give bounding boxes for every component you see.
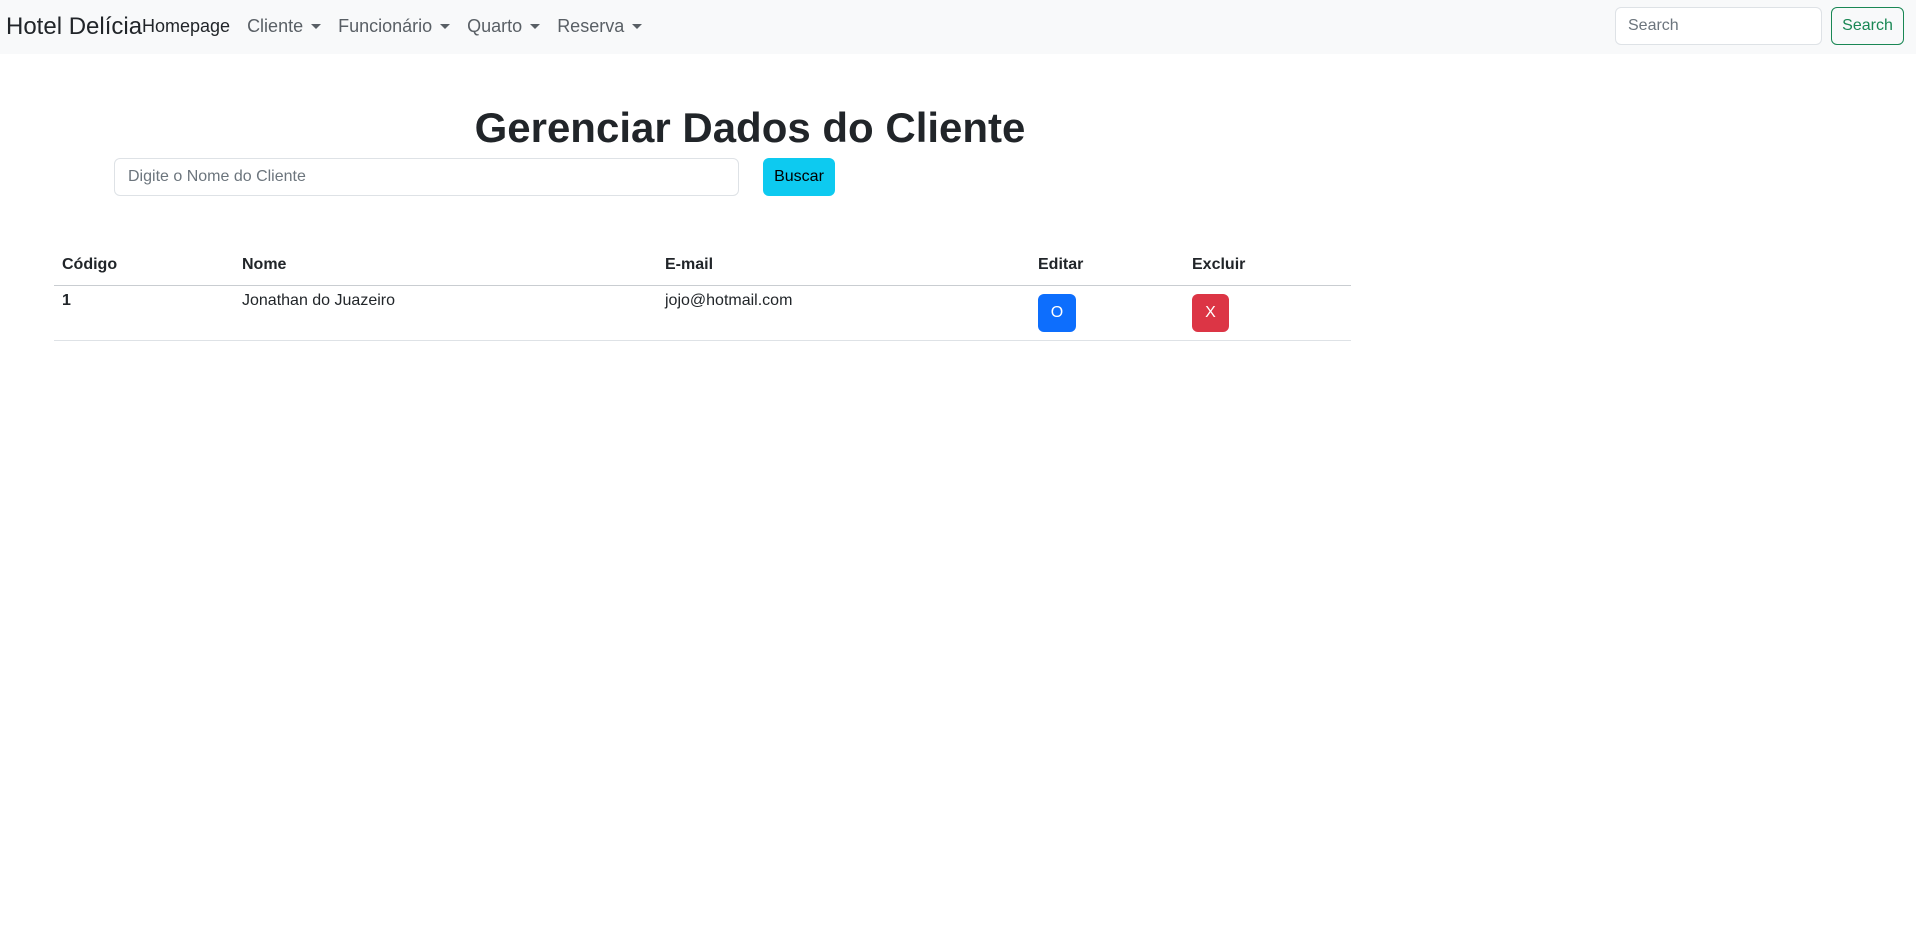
cell-email: jojo@hotmail.com (657, 285, 1030, 341)
nav-item-reserva-dropdown[interactable]: Reserva (557, 16, 643, 37)
table-header: Código Nome E-mail Editar Excluir (54, 245, 1351, 286)
column-header-excluir: Excluir (1184, 245, 1351, 286)
table-body: 1 Jonathan do Juazeiro jojo@hotmail.com … (54, 285, 1351, 341)
column-header-nome: Nome (234, 245, 657, 286)
delete-button[interactable]: X (1192, 293, 1229, 332)
table-header-row: Código Nome E-mail Editar Excluir (54, 245, 1351, 286)
nav-item-homepage[interactable]: Homepage (142, 16, 230, 37)
caret-down-icon (632, 24, 643, 29)
nav-item-funcionario-dropdown[interactable]: Funcionário (338, 16, 451, 37)
navbar-search-button[interactable]: Search (1831, 7, 1904, 45)
cell-excluir: X (1184, 285, 1351, 341)
column-header-email: E-mail (657, 245, 1030, 286)
caret-down-icon (530, 24, 541, 29)
page-title: Gerenciar Dados do Cliente (474, 104, 1026, 151)
client-name-search-input[interactable] (114, 158, 739, 196)
nav-item-label: Funcionário (338, 16, 433, 36)
cell-codigo: 1 (54, 285, 234, 341)
nav-item-label: Cliente (247, 16, 304, 36)
nav-menu: Homepage Cliente Funcionário Quarto Rese… (142, 16, 659, 37)
caret-down-icon (311, 24, 322, 29)
cell-editar: O (1030, 285, 1184, 341)
nav-item-label: Reserva (557, 16, 625, 36)
nav-item-cliente-dropdown[interactable]: Cliente (247, 16, 322, 37)
nav-item-label: Homepage (142, 16, 231, 36)
cell-nome: Jonathan do Juazeiro (234, 285, 657, 341)
navbar: Hotel Delícia Homepage Cliente Funcionár… (0, 0, 1916, 54)
column-header-codigo: Código (54, 245, 234, 286)
buscar-button[interactable]: Buscar (763, 158, 835, 196)
edit-button[interactable]: O (1038, 293, 1076, 332)
column-header-editar: Editar (1030, 245, 1184, 286)
navbar-search-input[interactable] (1615, 7, 1822, 45)
table-row: 1 Jonathan do Juazeiro jojo@hotmail.com … (54, 285, 1351, 341)
nav-item-quarto-dropdown[interactable]: Quarto (467, 16, 541, 37)
navbar-brand[interactable]: Hotel Delícia (6, 13, 142, 41)
clients-table: Código Nome E-mail Editar Excluir 1 Jona… (54, 245, 1351, 341)
nav-item-label: Quarto (467, 16, 523, 36)
caret-down-icon (440, 24, 451, 29)
